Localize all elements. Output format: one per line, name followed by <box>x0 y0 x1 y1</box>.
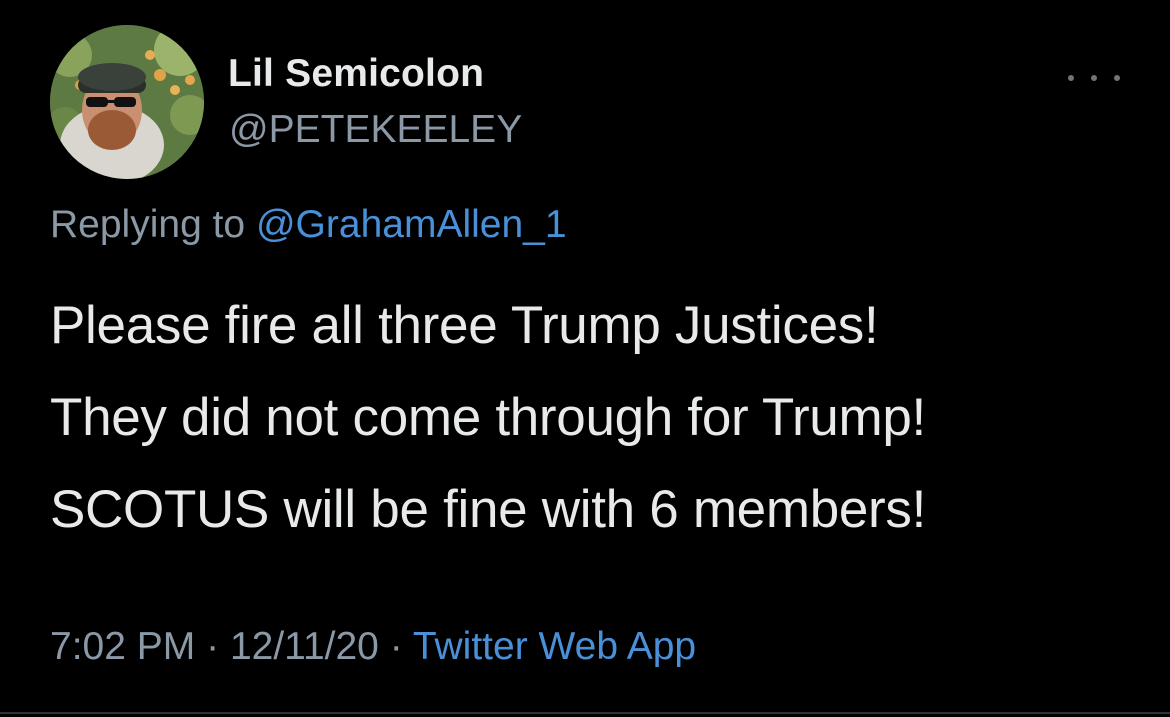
tweet-source-link[interactable]: Twitter Web App <box>413 625 696 668</box>
tweet-text-line: They did not come through for Trump! <box>50 388 926 447</box>
author-display-name[interactable]: Lil Semicolon <box>228 52 484 96</box>
divider <box>0 712 1170 714</box>
author-handle[interactable]: @PETEKEELEY <box>229 108 522 152</box>
more-dot <box>1091 75 1097 81</box>
tweet-time[interactable]: 7:02 PM <box>50 625 195 668</box>
replying-to-line: Replying to @GrahamAllen_1 <box>50 203 567 247</box>
tweet-text-line: SCOTUS will be fine with 6 members! <box>50 480 927 539</box>
replying-to-prefix: Replying to <box>50 203 246 246</box>
more-dot <box>1068 75 1074 81</box>
replying-to-mention[interactable]: @GrahamAllen_1 <box>256 203 567 246</box>
meta-separator: · <box>206 625 220 668</box>
avatar-image <box>50 25 204 179</box>
more-dot <box>1114 75 1120 81</box>
more-horizontal-icon[interactable] <box>1068 68 1120 88</box>
author-avatar[interactable] <box>50 25 204 179</box>
tweet-date[interactable]: 12/11/20 <box>230 625 379 668</box>
tweet-text: Please fire all three Trump Justices! Th… <box>50 280 1140 556</box>
meta-separator: · <box>389 625 403 668</box>
tweet-meta: 7:02 PM · 12/11/20 · Twitter Web App <box>50 625 696 669</box>
tweet-text-line: Please fire all three Trump Justices! <box>50 296 879 355</box>
